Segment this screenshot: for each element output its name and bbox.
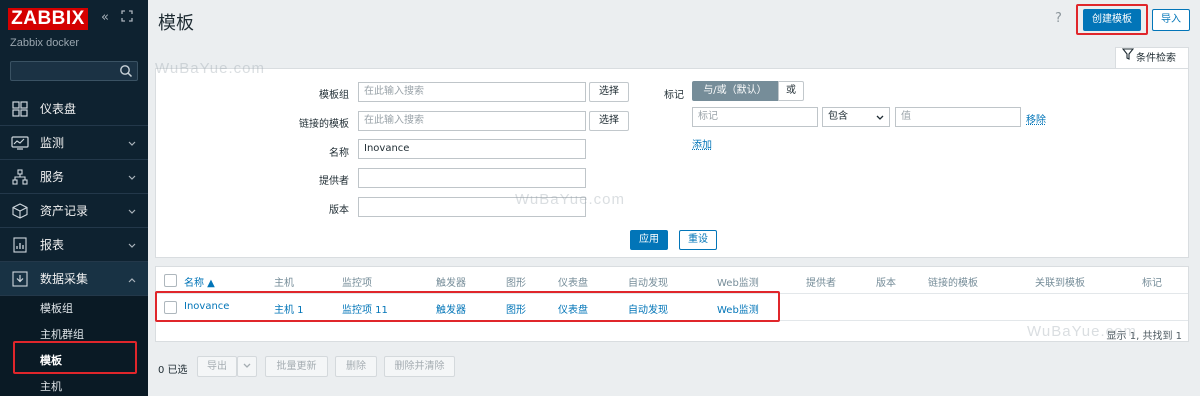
- nav-reports[interactable]: 报表: [0, 228, 148, 262]
- version-input[interactable]: [358, 197, 586, 217]
- chevron-down-icon: [128, 205, 136, 218]
- column-header-tags: 标记: [1142, 278, 1162, 289]
- column-header-discovery: 自动发现: [628, 278, 668, 289]
- chevron-down-icon: [128, 171, 136, 184]
- linked-templates-select-button[interactable]: 选择: [589, 111, 629, 131]
- name-label: 名称: [329, 148, 349, 159]
- zabbix-logo[interactable]: ZABBIX: [8, 8, 88, 30]
- dashboard-icon: [0, 100, 40, 117]
- nav-label: 资产记录: [40, 204, 89, 218]
- template-group-label: 模板组: [319, 90, 349, 101]
- filter-tab-label: 条件检索: [1136, 53, 1176, 64]
- linked-templates-input[interactable]: 在此输入搜索: [358, 111, 586, 131]
- paging-summary: 显示 1, 共找到 1: [1106, 331, 1182, 342]
- delete-and-clear-button[interactable]: 删除并清除: [384, 356, 455, 377]
- tag-name-input[interactable]: 标记: [692, 107, 818, 127]
- filter-panel: 模板组 在此输入搜索 选择 链接的模板 在此输入搜索 选择 名称 Inovanc…: [155, 68, 1189, 258]
- selected-count: 0 已选: [158, 365, 188, 376]
- tag-operator-select[interactable]: 包含: [822, 107, 890, 127]
- column-header-linked-to-templates: 关联到模板: [1035, 278, 1085, 289]
- nav-label: 监测: [40, 136, 65, 150]
- highlight-box-row: [155, 291, 780, 322]
- chevron-down-icon: [128, 239, 136, 252]
- sidebar-search-input[interactable]: [10, 61, 138, 81]
- nav-data-collection[interactable]: 数据采集: [0, 262, 148, 296]
- sidebar: ZABBIX « Zabbix docker 仪表盘 监测 服务 资产记录 报表…: [0, 0, 148, 396]
- vendor-label: 提供者: [319, 176, 349, 187]
- column-header-vendor: 提供者: [806, 278, 836, 289]
- chevron-down-icon: [243, 361, 251, 372]
- column-header-dashboards: 仪表盘: [558, 278, 588, 289]
- chevron-down-icon: [128, 137, 136, 150]
- kiosk-mode-icon[interactable]: [121, 10, 133, 26]
- linked-templates-label: 链接的模板: [299, 119, 349, 130]
- tag-remove-link[interactable]: 移除: [1026, 111, 1046, 126]
- nav-inventory[interactable]: 资产记录: [0, 194, 148, 228]
- nav-label: 服务: [40, 170, 65, 184]
- select-all-checkbox[interactable]: [164, 274, 177, 287]
- nav-monitoring[interactable]: 监测: [0, 126, 148, 160]
- column-header-triggers: 触发器: [436, 278, 466, 289]
- column-header-linked-templates: 链接的模板: [928, 278, 978, 289]
- inventory-icon: [0, 202, 40, 219]
- column-header-version: 版本: [876, 278, 896, 289]
- reset-button[interactable]: 重设: [679, 230, 717, 250]
- mass-update-button[interactable]: 批量更新: [265, 356, 328, 377]
- nav-services[interactable]: 服务: [0, 160, 148, 194]
- nav-label: 仪表盘: [40, 102, 77, 116]
- column-header-graphs: 图形: [506, 278, 526, 289]
- data-collection-icon: [0, 270, 40, 287]
- filter-icon: [1121, 48, 1135, 68]
- tag-operator-value: 包含: [828, 111, 848, 122]
- column-header-hosts: 主机: [274, 278, 294, 289]
- chevron-down-icon: [876, 110, 884, 128]
- monitoring-icon: [0, 135, 40, 150]
- vendor-input[interactable]: [358, 168, 586, 188]
- column-header-name[interactable]: 名称 ▲: [184, 274, 215, 289]
- column-header-web: Web监测: [717, 278, 759, 289]
- tag-add-link[interactable]: 添加: [692, 136, 712, 151]
- nav-label: 报表: [40, 238, 65, 252]
- nav-dashboard[interactable]: 仪表盘: [0, 92, 148, 126]
- delete-button[interactable]: 删除: [335, 356, 377, 377]
- page-title: 模板: [158, 13, 194, 33]
- name-input[interactable]: Inovance: [358, 139, 586, 159]
- highlight-box-create: [1076, 4, 1148, 35]
- highlight-box-templates: [13, 341, 137, 374]
- search-icon[interactable]: [119, 64, 133, 81]
- sidebar-item-hosts[interactable]: 主机: [0, 374, 148, 396]
- filter-tab[interactable]: 条件检索: [1115, 47, 1189, 69]
- chevron-up-icon: [128, 273, 136, 286]
- column-header-items: 监控项: [342, 278, 372, 289]
- export-button[interactable]: 导出: [197, 356, 237, 377]
- tag-mode-or-toggle[interactable]: 或: [778, 81, 804, 101]
- export-dropdown-button[interactable]: [237, 356, 257, 377]
- template-group-input[interactable]: 在此输入搜索: [358, 82, 586, 102]
- tag-value-input[interactable]: 值: [895, 107, 1021, 127]
- apply-button[interactable]: 应用: [630, 230, 668, 250]
- server-name: Zabbix docker: [10, 37, 80, 49]
- sidebar-item-template-groups[interactable]: 模板组: [0, 296, 148, 322]
- services-icon: [0, 168, 40, 185]
- tag-mode-and-or-toggle[interactable]: 与/或（默认）: [692, 81, 778, 101]
- collapse-sidebar-icon[interactable]: «: [101, 10, 109, 25]
- help-icon[interactable]: ?: [1055, 11, 1062, 26]
- reports-icon: [0, 236, 40, 253]
- version-label: 版本: [329, 205, 349, 216]
- tags-label: 标记: [664, 90, 684, 101]
- import-button[interactable]: 导入: [1152, 9, 1190, 31]
- nav-label: 数据采集: [40, 272, 89, 286]
